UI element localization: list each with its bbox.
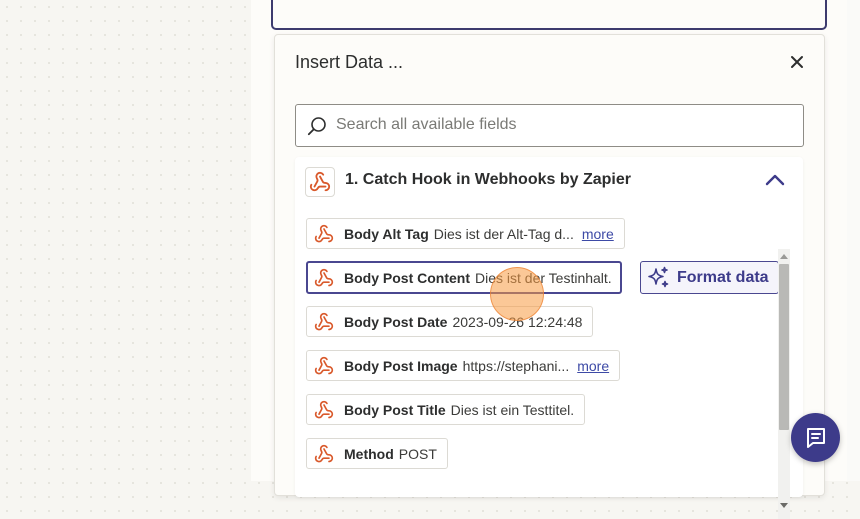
field-value: 2023-09-26 12:24:48 bbox=[452, 313, 583, 330]
field-pill-method[interactable]: Method POST bbox=[306, 438, 448, 469]
webhook-icon bbox=[309, 171, 331, 192]
webhook-icon bbox=[314, 355, 336, 377]
scroll-down-arrow-icon bbox=[780, 503, 788, 508]
more-link[interactable]: more bbox=[582, 226, 614, 242]
sparkle-icon bbox=[645, 265, 671, 291]
field-label: Body Post Title bbox=[344, 401, 446, 418]
field-pill-body-post-image[interactable]: Body Post Image https://stephani... more bbox=[306, 350, 621, 381]
webhook-icon bbox=[314, 443, 336, 465]
close-button[interactable] bbox=[787, 52, 807, 72]
field-label: Body Post Image bbox=[344, 357, 458, 374]
chevron-up-icon bbox=[765, 174, 785, 186]
field-pill-body-alt-tag[interactable]: Body Alt Tag Dies ist der Alt-Tag d... m… bbox=[306, 218, 625, 249]
webhook-icon bbox=[314, 311, 336, 333]
field-pill-body-post-date[interactable]: Body Post Date 2023-09-26 12:24:48 bbox=[306, 306, 594, 337]
collapse-button[interactable] bbox=[765, 173, 785, 191]
field-value: Dies ist ein Testtitel. bbox=[450, 401, 575, 418]
app-icon bbox=[305, 167, 335, 197]
chat-button[interactable] bbox=[791, 413, 840, 462]
field-pill-body-post-content[interactable]: Body Post Content Dies ist der Testinhal… bbox=[306, 261, 622, 294]
scroll-up-button[interactable] bbox=[778, 249, 790, 263]
catch-hook-section: 1. Catch Hook in Webhooks by Zapier Body… bbox=[295, 157, 803, 519]
field-value: POST bbox=[398, 445, 437, 462]
insert-data-dialog: Insert Data ... 1. Catch Hook in Webhook… bbox=[274, 34, 825, 519]
search-icon bbox=[307, 117, 326, 136]
webhook-icon bbox=[314, 399, 336, 421]
field-value: Dies ist der Testinhalt. bbox=[475, 269, 612, 286]
more-link[interactable]: more bbox=[577, 358, 609, 374]
scrollbar[interactable] bbox=[778, 249, 790, 519]
scroll-up-arrow-icon bbox=[780, 254, 788, 259]
field-value: https://stephani... bbox=[462, 357, 570, 374]
close-icon bbox=[791, 56, 803, 68]
field-value: Dies ist der Alt-Tag d... bbox=[433, 225, 574, 242]
format-data-button[interactable]: Format data bbox=[640, 261, 779, 294]
search-box bbox=[295, 104, 804, 147]
scroll-down-button[interactable] bbox=[778, 499, 790, 513]
field-label: Body Post Date bbox=[344, 313, 448, 330]
top-field-input[interactable] bbox=[271, 0, 827, 30]
webhook-icon bbox=[314, 223, 336, 245]
section-title: 1. Catch Hook in Webhooks by Zapier bbox=[345, 171, 631, 188]
format-data-label: Format data bbox=[677, 268, 769, 286]
scrollbar-thumb[interactable] bbox=[779, 264, 789, 430]
field-label: Body Post Content bbox=[344, 269, 470, 286]
field-pill-body-post-title[interactable]: Body Post Title Dies ist ein Testtitel. bbox=[306, 394, 586, 425]
field-label: Body Alt Tag bbox=[344, 225, 429, 242]
right-edge-panel bbox=[847, 0, 860, 481]
webhook-icon bbox=[314, 267, 336, 289]
chat-icon bbox=[806, 427, 825, 448]
search-input[interactable] bbox=[336, 105, 791, 144]
dialog-title: Insert Data ... bbox=[295, 52, 404, 72]
field-label: Method bbox=[344, 445, 394, 462]
